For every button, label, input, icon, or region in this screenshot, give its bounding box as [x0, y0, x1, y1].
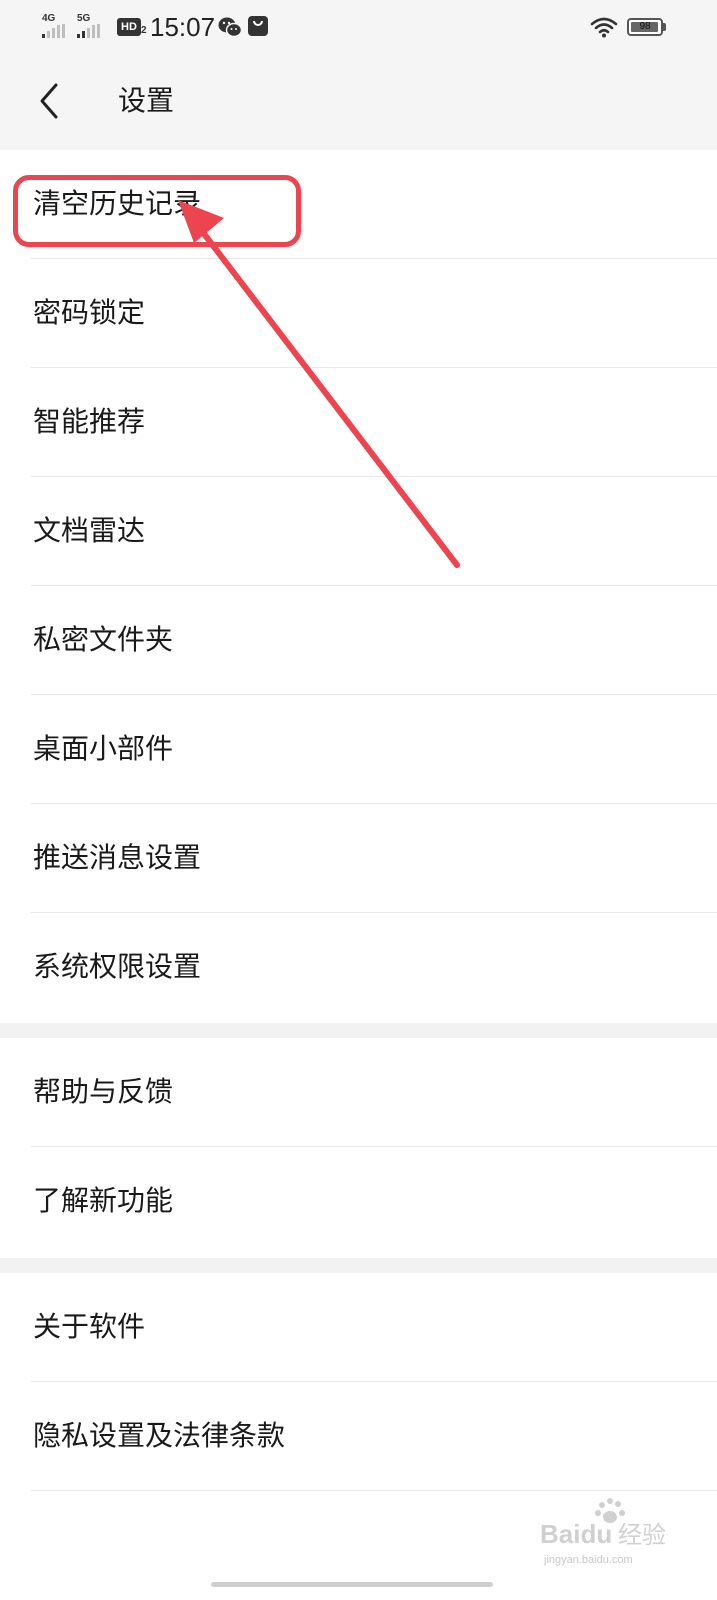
hd-voice-icon: HD	[117, 18, 141, 36]
watermark-domain: jingyan.baidu.com	[544, 1554, 633, 1566]
wechat-icon	[218, 17, 242, 38]
battery-percent: 98	[639, 21, 651, 32]
back-button[interactable]	[26, 77, 74, 125]
settings-item-smart-recommend[interactable]: 智能推荐	[0, 368, 717, 477]
status-bar: 4G 5G HD 2 15:07 98	[0, 0, 717, 55]
settings-group-about: 关于软件 隐私设置及法律条款	[0, 1273, 717, 1505]
section-separator	[0, 1023, 717, 1038]
settings-item-push-notifications[interactable]: 推送消息设置	[0, 804, 717, 913]
settings-item-whats-new[interactable]: 了解新功能	[0, 1147, 717, 1256]
clock: 15:07	[150, 12, 216, 42]
home-indicator[interactable]	[211, 1582, 493, 1587]
settings-item-label: 帮助与反馈	[33, 1075, 174, 1108]
settings-item-label: 关于软件	[33, 1310, 146, 1343]
section-separator	[0, 1258, 717, 1273]
settings-item-clear-history[interactable]: 清空历史记录	[0, 150, 717, 259]
settings-item-document-radar[interactable]: 文档雷达	[0, 477, 717, 586]
page-title: 设置	[118, 84, 175, 117]
settings-item-label: 私密文件夹	[33, 623, 174, 656]
settings-item-privacy-legal[interactable]: 隐私设置及法律条款	[0, 1382, 717, 1491]
hd-voice-sub: 2	[141, 25, 147, 36]
settings-item-label: 清空历史记录	[33, 187, 202, 220]
settings-group-general: 清空历史记录 密码锁定 智能推荐 文档雷达 私密文件夹 桌面小部件 推送消息设置…	[0, 150, 717, 1023]
wifi-icon	[590, 17, 618, 38]
settings-item-about[interactable]: 关于软件	[0, 1273, 717, 1382]
settings-item-private-folder[interactable]: 私密文件夹	[0, 586, 717, 695]
signal-5g-label: 5G	[77, 13, 91, 24]
settings-item-label: 隐私设置及法律条款	[33, 1419, 286, 1452]
settings-item-help-feedback[interactable]: 帮助与反馈	[0, 1038, 717, 1147]
settings-item-label: 桌面小部件	[33, 732, 174, 765]
app-header: 设置	[0, 55, 717, 150]
settings-item-label: 推送消息设置	[33, 841, 202, 874]
settings-item-desktop-widget[interactable]: 桌面小部件	[0, 695, 717, 804]
svg-text:经验: 经验	[618, 1521, 666, 1549]
settings-item-label: 系统权限设置	[33, 950, 202, 983]
svg-text:Baidu: Baidu	[540, 1519, 612, 1549]
settings-item-label: 文档雷达	[33, 514, 146, 547]
settings-group-help: 帮助与反馈 了解新功能	[0, 1038, 717, 1258]
shopping-notification-icon	[248, 16, 268, 36]
settings-item-password-lock[interactable]: 密码锁定	[0, 259, 717, 368]
battery-tip	[663, 23, 666, 31]
settings-item-label: 了解新功能	[33, 1184, 174, 1217]
signal-4g-label: 4G	[42, 13, 56, 24]
settings-item-label: 智能推荐	[33, 405, 146, 438]
divider	[31, 1490, 717, 1491]
settings-item-system-permissions[interactable]: 系统权限设置	[0, 913, 717, 1022]
chevron-left-icon	[40, 83, 58, 119]
battery-icon: 98	[627, 18, 663, 36]
settings-item-label: 密码锁定	[33, 296, 146, 329]
